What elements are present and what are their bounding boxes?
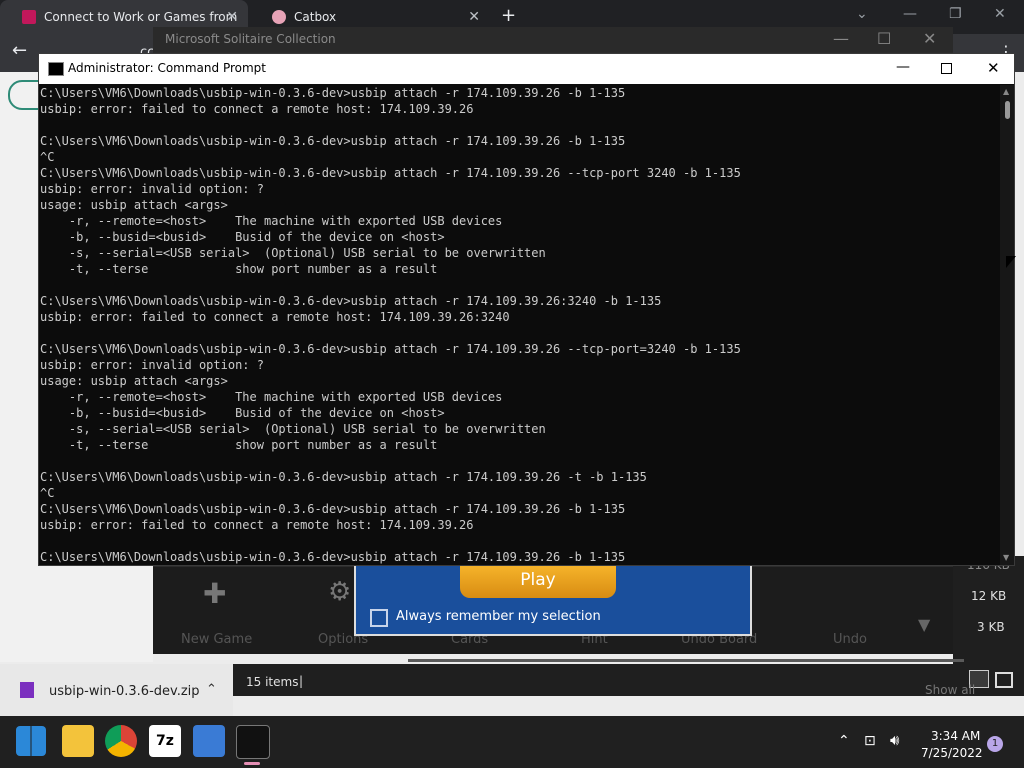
show-all-button[interactable]: Show all — [925, 683, 975, 697]
cmd-minimize-icon[interactable]: — — [896, 59, 910, 75]
cmd-line: usbip: error: failed to connect a remote… — [40, 310, 510, 324]
status-divider: | — [299, 674, 304, 688]
cmd-line: -b, --busid=<busid> Busid of the device … — [40, 406, 445, 420]
cmd-output[interactable]: C:\Users\VM6\Downloads\usbip-win-0.3.6-d… — [40, 85, 998, 565]
new-game-icon[interactable]: ✚ — [203, 577, 226, 610]
minimize-icon[interactable]: — — [903, 6, 917, 22]
cmd-title: Administrator: Command Prompt — [68, 61, 266, 75]
explorer-size-column: 116 KB 12 KB 3 KB — [953, 556, 1024, 664]
cmd-line: usbip: error: failed to connect a remote… — [40, 102, 474, 116]
clock-time[interactable]: 3:34 AM — [931, 729, 980, 743]
taskbar: 7z ⌃ ⊡ 🔊︎ 3:34 AM 7/25/2022 1 — [0, 716, 1024, 768]
cmd-line: -b, --busid=<busid> Busid of the device … — [40, 230, 445, 244]
cmd-line: usage: usbip attach <args> — [40, 374, 228, 388]
command-prompt-window: Administrator: Command Prompt — ✕ C:\Use… — [38, 53, 1015, 566]
cmd-line: -s, --serial=<USB serial> (Optional) USB… — [40, 246, 546, 260]
cmd-line: C:\Users\VM6\Downloads\usbip-win-0.3.6-d… — [40, 470, 647, 484]
close-tab-icon[interactable]: ✕ — [226, 9, 238, 25]
scroll-up-icon[interactable]: ▲ — [1003, 87, 1009, 96]
file-size: 3 KB — [977, 620, 1005, 634]
remember-label: Always remember my selection — [396, 609, 601, 624]
play-dialog: Play Always remember my selection — [354, 564, 752, 636]
chevron-up-icon[interactable]: ⌃ — [206, 682, 217, 697]
start-icon[interactable] — [16, 726, 46, 756]
cmd-line: C:\Users\VM6\Downloads\usbip-win-0.3.6-d… — [40, 134, 626, 148]
close-tab-icon[interactable]: ✕ — [468, 9, 480, 25]
cmd-line: -t, --terse show port number as a result — [40, 262, 438, 276]
tab-title: Catbox — [294, 10, 337, 24]
solitaire-minimize-icon[interactable]: — — [833, 29, 849, 48]
volume-icon[interactable]: 🔊︎ — [890, 731, 899, 749]
scroll-down-icon[interactable]: ▼ — [1003, 553, 1009, 562]
7zip-icon[interactable]: 7z — [149, 725, 181, 757]
close-icon[interactable]: ✕ — [994, 6, 1006, 22]
tiles-view-icon[interactable] — [995, 672, 1013, 688]
cmd-line: -r, --remote=<host> The machine with exp… — [40, 214, 503, 228]
cmd-titlebar: Administrator: Command Prompt — ✕ — [39, 54, 1014, 84]
file-size: 12 KB — [971, 589, 1007, 603]
cmd-line: usage: usbip attach <args> — [40, 198, 228, 212]
undo-button[interactable]: Undo — [833, 632, 867, 647]
cmd-close-icon[interactable]: ✕ — [987, 59, 1000, 77]
back-icon[interactable]: ← — [12, 40, 27, 61]
download-filename[interactable]: usbip-win-0.3.6-dev.zip — [49, 684, 200, 699]
explorer-status-bar: 15 items | — [233, 664, 1024, 696]
cmd-line: -t, --terse show port number as a result — [40, 438, 438, 452]
download-bar: usbip-win-0.3.6-dev.zip ⌃ — [0, 664, 233, 716]
solitaire-close-icon[interactable]: ✕ — [923, 29, 936, 48]
expand-down-icon[interactable]: ▼ — [918, 615, 930, 634]
cmd-app-icon — [48, 62, 64, 76]
file-explorer-icon[interactable] — [62, 725, 94, 757]
cmd-line — [40, 533, 998, 549]
explorer-scroll-track[interactable] — [408, 659, 964, 662]
zip-file-icon — [20, 682, 34, 698]
mouse-cursor-icon — [1006, 256, 1016, 268]
clock-date[interactable]: 7/25/2022 — [921, 746, 983, 760]
cmd-line: usbip: error: failed to connect a remote… — [40, 518, 474, 532]
cmd-line — [40, 453, 998, 469]
chevron-up-icon[interactable]: ⌃ — [838, 733, 850, 749]
items-count: 15 items — [246, 675, 299, 689]
catbox-favicon-icon — [272, 10, 286, 24]
tab-favicon-icon — [22, 10, 36, 24]
cmd-line: ^C — [40, 486, 55, 500]
tab-search-icon[interactable]: ⌄ — [856, 6, 868, 22]
cmd-line: usbip: error: invalid option: ? — [40, 182, 264, 196]
tab-title: Connect to Work or Games from — [44, 10, 238, 24]
cmd-line: -r, --remote=<host> The machine with exp… — [40, 390, 503, 404]
cmd-line: -s, --serial=<USB serial> (Optional) USB… — [40, 422, 546, 436]
cmd-line: C:\Users\VM6\Downloads\usbip-win-0.3.6-d… — [40, 502, 626, 516]
cmd-line — [40, 117, 998, 133]
cmd-line: C:\Users\VM6\Downloads\usbip-win-0.3.6-d… — [40, 550, 626, 564]
cmd-maximize-icon[interactable] — [941, 63, 952, 74]
network-icon[interactable]: ⊡ — [864, 733, 876, 749]
cmd-line: ^C — [40, 150, 55, 164]
notification-badge[interactable]: 1 — [987, 736, 1003, 752]
active-app-indicator — [244, 762, 260, 765]
cmd-line — [40, 325, 998, 341]
new-tab-button[interactable]: + — [501, 5, 516, 26]
cmd-line: C:\Users\VM6\Downloads\usbip-win-0.3.6-d… — [40, 294, 662, 308]
chrome-icon[interactable] — [105, 725, 137, 757]
restore-icon[interactable]: ❐ — [949, 6, 962, 22]
terminal-icon[interactable] — [236, 725, 270, 759]
new-game-button[interactable]: New Game — [181, 632, 252, 647]
options-icon[interactable]: ⚙ — [328, 577, 351, 607]
cmd-line: C:\Users\VM6\Downloads\usbip-win-0.3.6-d… — [40, 166, 741, 180]
cmd-line: usbip: error: invalid option: ? — [40, 358, 264, 372]
cmd-line — [40, 277, 998, 293]
solitaire-maximize-icon[interactable]: ☐ — [877, 29, 891, 48]
cmd-line: C:\Users\VM6\Downloads\usbip-win-0.3.6-d… — [40, 342, 741, 356]
cmd-scrollbar[interactable]: ▲ ▼ — [1000, 85, 1014, 565]
play-button[interactable]: Play — [460, 566, 616, 598]
scroll-thumb[interactable] — [1005, 101, 1010, 119]
solitaire-icon[interactable] — [193, 725, 225, 757]
remember-checkbox[interactable] — [370, 609, 388, 627]
cmd-line: C:\Users\VM6\Downloads\usbip-win-0.3.6-d… — [40, 86, 626, 100]
